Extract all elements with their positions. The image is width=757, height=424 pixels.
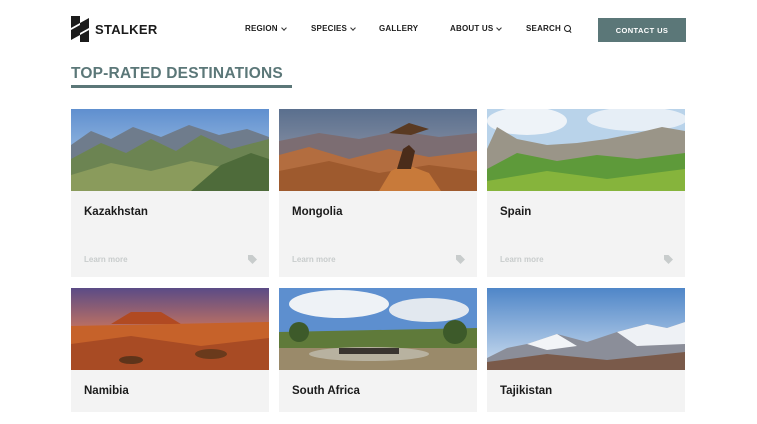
destination-name: Tajikistan	[500, 385, 553, 397]
nav-item-about-us[interactable]: ABOUT US	[450, 24, 503, 33]
destination-name: South Africa	[292, 385, 360, 397]
destination-photo	[279, 288, 477, 370]
nav-item-species[interactable]: SPECIES	[311, 24, 356, 33]
learn-more-link[interactable]: Learn more	[500, 255, 544, 264]
nav-item-gallery[interactable]: GALLERY	[379, 24, 418, 33]
nav-item-region[interactable]: REGION	[245, 24, 287, 33]
destination-card-spain[interactable]: Spain Learn more	[487, 109, 685, 277]
destination-name: Mongolia	[292, 206, 343, 218]
tag-icon	[248, 255, 257, 264]
tag-icon	[456, 255, 465, 264]
destination-photo	[487, 109, 685, 191]
nav-item-label: REGION	[245, 24, 278, 33]
destination-photo	[71, 109, 269, 191]
tag-icon	[664, 255, 673, 264]
section-title-underline	[71, 85, 292, 88]
destination-photo	[487, 288, 685, 370]
nav-item-label: ABOUT US	[450, 24, 494, 33]
destination-name: Namibia	[84, 385, 129, 397]
nav-item-label: GALLERY	[379, 24, 419, 33]
nav-item-label: SPECIES	[311, 24, 348, 33]
chevron-down-icon	[496, 24, 503, 31]
site-header: STALKER REGION SPECIES GALLERY ABOUT US …	[0, 0, 757, 60]
destination-card-tajikistan[interactable]: Tajikistan	[487, 288, 685, 412]
destination-card-south-africa[interactable]: South Africa	[279, 288, 477, 412]
contact-us-button[interactable]: CONTACT US	[598, 18, 686, 42]
search-label: SEARCH	[526, 24, 561, 33]
destination-photo	[71, 288, 269, 370]
destination-name: Kazakhstan	[84, 206, 148, 218]
chevron-down-icon	[280, 24, 287, 31]
destination-card-namibia[interactable]: Namibia	[71, 288, 269, 412]
destination-photo	[279, 109, 477, 191]
section-title: TOP-RATED DESTINATIONS	[71, 65, 283, 82]
chevron-down-icon	[350, 24, 356, 31]
destination-card-kazakhstan[interactable]: Kazakhstan Learn more	[71, 109, 269, 277]
learn-more-link[interactable]: Learn more	[292, 255, 336, 264]
destination-card-mongolia[interactable]: Mongolia Learn more	[279, 109, 477, 277]
learn-more-link[interactable]: Learn more	[84, 255, 128, 264]
nav-search[interactable]: SEARCH	[526, 24, 572, 33]
search-icon	[563, 24, 572, 33]
destination-name: Spain	[500, 206, 532, 218]
